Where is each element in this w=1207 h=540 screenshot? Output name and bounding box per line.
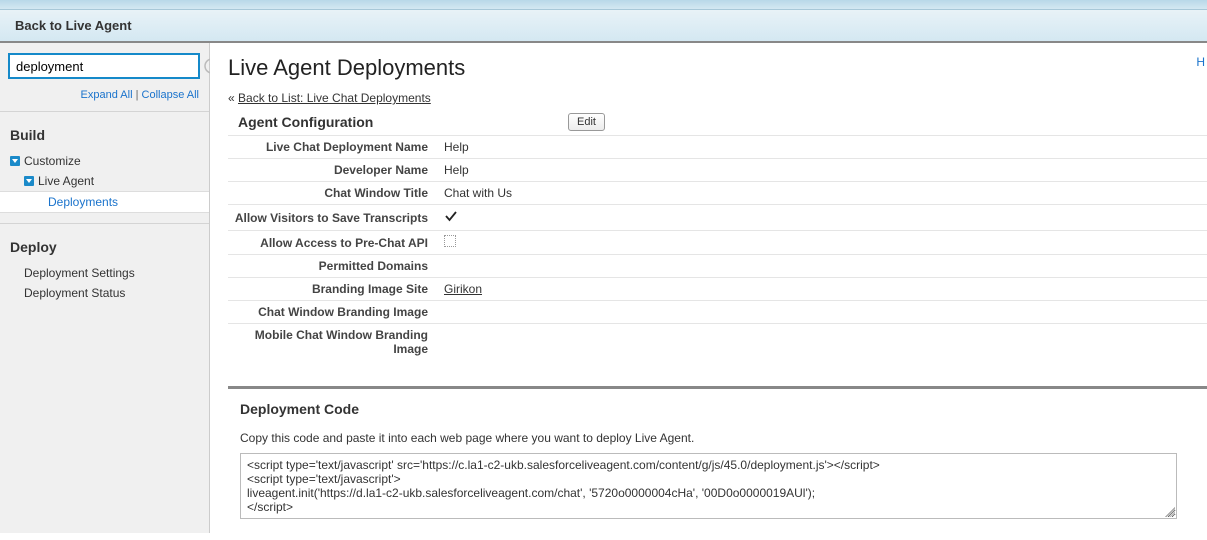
row-mobile-branding-image: Mobile Chat Window Branding Image [228,324,1207,361]
row-branding-site: Branding Image Site Girikon [228,278,1207,301]
agent-configuration-heading: Agent Configuration [238,114,568,130]
value-branding-site: Girikon [438,278,1207,301]
branding-site-link[interactable]: Girikon [444,282,482,296]
value-developer-name: Help [438,159,1207,182]
deployment-code-description: Copy this code and paste it into each we… [228,431,1207,445]
row-permitted-domains: Permitted Domains [228,255,1207,278]
build-section-header: Build [0,112,209,151]
edit-button[interactable]: Edit [568,113,605,131]
label-mobile-branding-image: Mobile Chat Window Branding Image [228,324,438,361]
deploy-section-header: Deploy [0,224,209,263]
sidebar-search-input[interactable] [8,53,200,79]
sidebar-item-deployment-status[interactable]: Deployment Status [0,283,209,303]
collapse-all-link[interactable]: Collapse All [142,89,199,101]
back-to-list-row: « Back to List: Live Chat Deployments [228,91,1207,105]
page-title: Live Agent Deployments [228,55,1207,81]
deployments-label: Deployments [48,195,118,209]
value-chat-window-title: Chat with Us [438,182,1207,205]
label-permitted-domains: Permitted Domains [228,255,438,278]
sidebar-item-deployments[interactable]: Deployments [0,191,209,213]
value-save-transcripts [438,205,1207,231]
row-chat-branding-image: Chat Window Branding Image [228,301,1207,324]
row-deployment-name: Live Chat Deployment Name Help [228,136,1207,159]
back-to-list-link[interactable]: Back to List: Live Chat Deployments [238,91,431,105]
config-detail-table: Live Chat Deployment Name Help Developer… [228,135,1207,361]
value-deployment-name: Help [438,136,1207,159]
collapse-arrow-icon [10,156,20,166]
checkmark-icon [444,209,458,223]
deployment-code-heading: Deployment Code [228,401,1207,417]
label-save-transcripts: Allow Visitors to Save Transcripts [228,205,438,231]
row-chat-window-title: Chat Window Title Chat with Us [228,182,1207,205]
deployment-code-textarea[interactable]: <script type='text/javascript' src='http… [240,453,1177,519]
back-to-live-agent-link[interactable]: Back to Live Agent [15,18,132,33]
help-link-partial[interactable]: H [1196,55,1205,69]
unchecked-icon [444,235,456,247]
label-developer-name: Developer Name [228,159,438,182]
customize-label: Customize [24,154,81,168]
live-agent-label: Live Agent [38,174,94,188]
top-accent-bar [0,0,1207,10]
label-branding-site: Branding Image Site [228,278,438,301]
row-save-transcripts: Allow Visitors to Save Transcripts [228,205,1207,231]
sidebar-item-customize[interactable]: Customize [0,151,209,171]
sidebar-item-live-agent[interactable]: Live Agent [0,171,209,191]
sidebar-item-deployment-settings[interactable]: Deployment Settings [0,263,209,283]
collapse-arrow-icon [24,176,34,186]
main-content: H Live Agent Deployments « Back to List:… [210,43,1207,533]
breadcrumb-bar: Back to Live Agent [0,10,1207,43]
deployment-settings-label: Deployment Settings [24,266,135,280]
expand-all-link[interactable]: Expand All [81,89,133,101]
label-chat-window-title: Chat Window Title [228,182,438,205]
value-chat-branding-image [438,301,1207,324]
row-developer-name: Developer Name Help [228,159,1207,182]
label-prechat-api: Allow Access to Pre-Chat API [228,231,438,255]
label-chat-branding-image: Chat Window Branding Image [228,301,438,324]
expand-collapse-row: Expand All | Collapse All [0,85,209,112]
label-deployment-name: Live Chat Deployment Name [228,136,438,159]
sidebar: ? Expand All | Collapse All Build Custom… [0,43,210,533]
deployment-code-section: Deployment Code Copy this code and paste… [228,386,1207,519]
value-prechat-api [438,231,1207,255]
value-permitted-domains [438,255,1207,278]
value-mobile-branding-image [438,324,1207,361]
row-prechat-api: Allow Access to Pre-Chat API [228,231,1207,255]
deployment-status-label: Deployment Status [24,286,125,300]
